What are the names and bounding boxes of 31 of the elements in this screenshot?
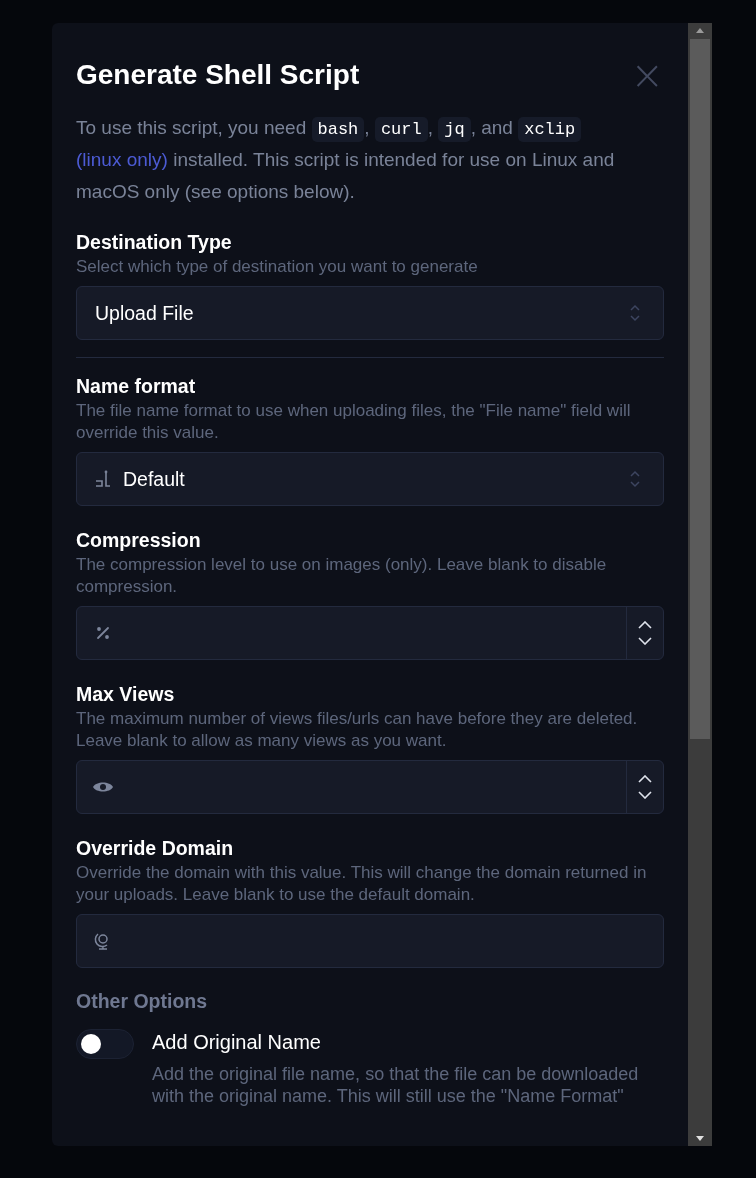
number-field[interactable]: [76, 760, 664, 814]
field-description: Override the domain with this value. This will change the domain returned in your uploads. Leave blank to use the default domain.: [76, 862, 648, 906]
section-heading: Other Options: [76, 990, 209, 1013]
stepper-down-icon[interactable]: [638, 637, 652, 645]
toggle-switch[interactable]: [76, 1029, 134, 1059]
stepper-up-icon[interactable]: [638, 775, 652, 783]
chevron-updown-icon: [629, 470, 641, 488]
dialog-title: Generate Shell Script: [76, 59, 360, 91]
field-description: The file name format to use when uploading files, the "File name" field will override this value.: [76, 400, 632, 444]
option-description: Add the original file name, so that the file can be downloaded with the original name. This will still use the "Name Format": [152, 1063, 640, 1107]
field-label: Name format: [76, 374, 197, 398]
field-description: Select which type of destination you want to generate: [76, 256, 479, 278]
number-field[interactable]: [76, 606, 664, 660]
format-icon: [93, 469, 113, 489]
field-description: The compression level to use on images (only). Leave blank to disable compression.: [76, 554, 608, 598]
option-label: Add Original Name: [152, 1031, 322, 1054]
stepper-up-icon[interactable]: [638, 621, 652, 629]
percent-icon: [94, 624, 112, 642]
chevron-updown-icon: [629, 304, 641, 322]
field-label: Override Domain: [76, 836, 235, 860]
text-field[interactable]: [76, 914, 664, 968]
field-label: Compression: [76, 528, 202, 552]
select-field[interactable]: Default: [76, 452, 664, 506]
stepper-down-icon[interactable]: [638, 791, 652, 799]
field-description: The maximum number of views files/urls can have before they are deleted. Leave blank to allow as many views as you want.: [76, 708, 639, 752]
field-label: Destination Type: [76, 230, 233, 254]
select-field[interactable]: Upload File: [76, 286, 664, 340]
field-label: Max Views: [76, 682, 176, 706]
intro-paragraph: To use this script, you need bash , curl , jq , and xclip (linux only) installed. This script is intended for use on Linux and macOS only (see options below).: [76, 116, 616, 204]
scrollbar[interactable]: [688, 23, 712, 1146]
scrollbar-thumb[interactable]: [690, 39, 710, 739]
